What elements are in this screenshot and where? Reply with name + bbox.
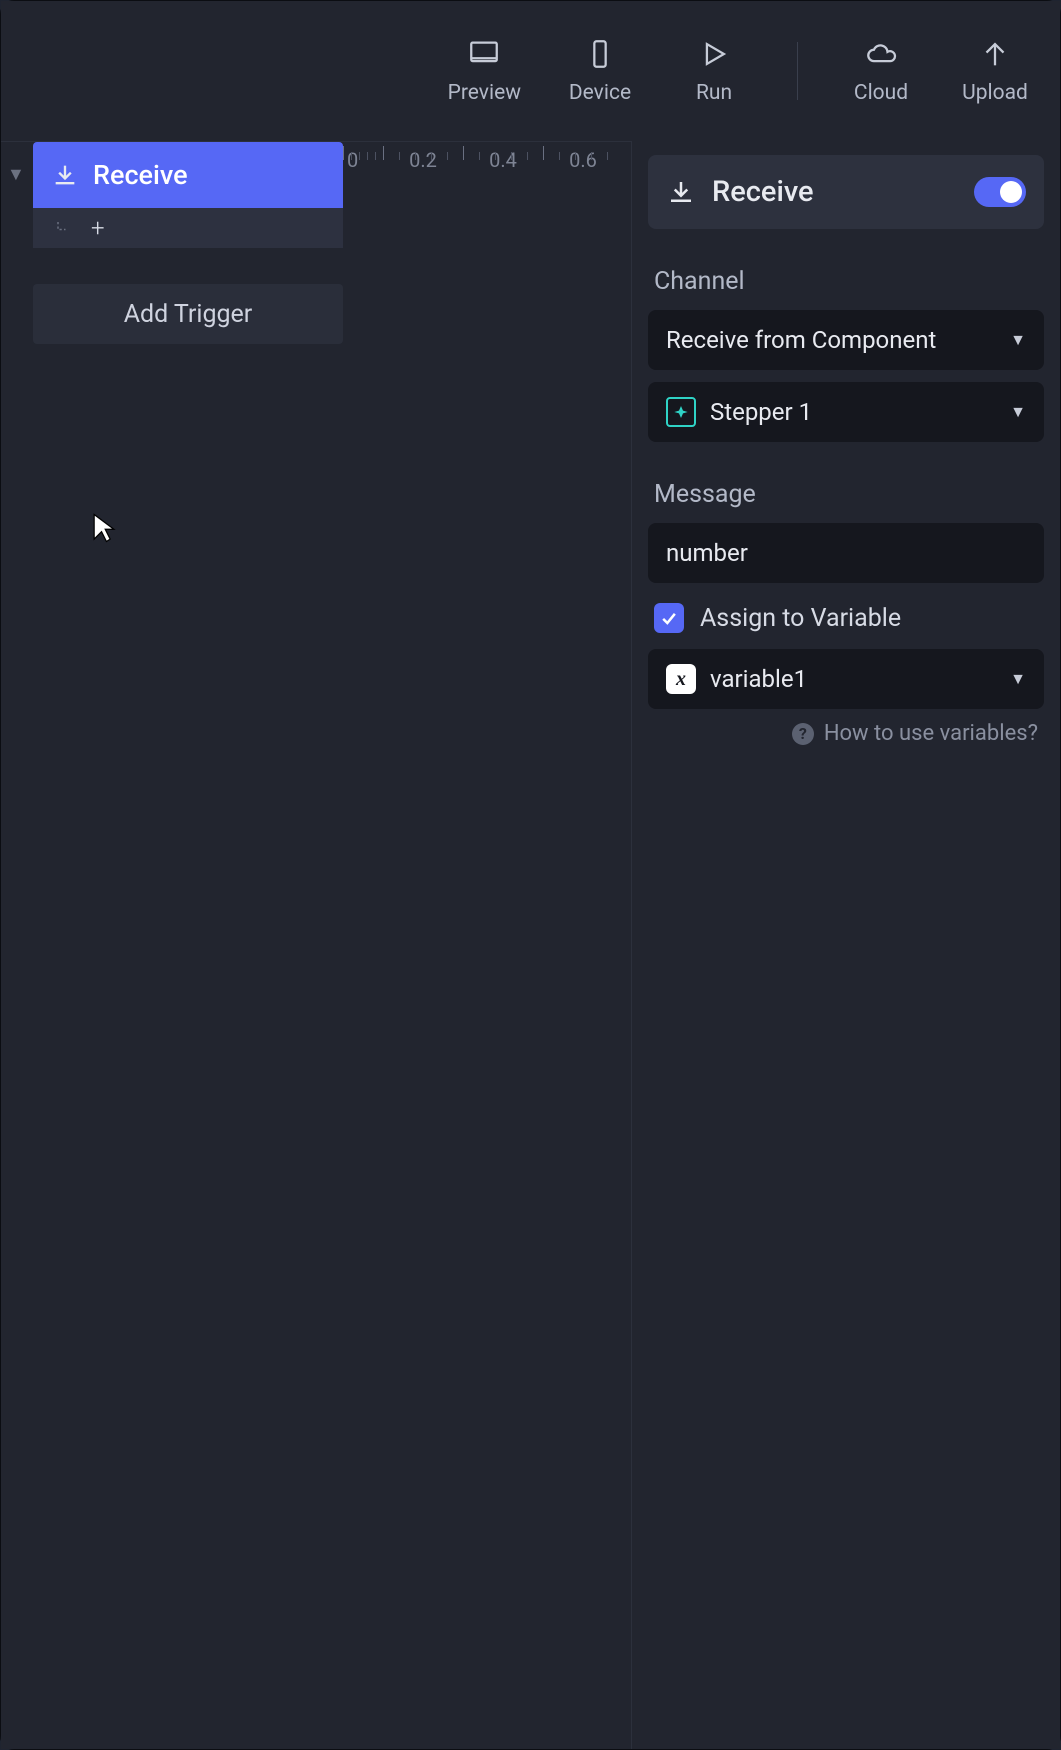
assign-variable-row[interactable]: Assign to Variable xyxy=(654,603,1038,633)
upload-icon xyxy=(978,37,1012,71)
channel-mode-select[interactable]: Receive from Component ▼ xyxy=(648,310,1044,370)
enabled-toggle[interactable] xyxy=(974,177,1026,207)
monitor-icon xyxy=(467,37,501,71)
message-input[interactable]: number xyxy=(648,523,1044,583)
preview-label: Preview xyxy=(448,81,521,105)
hint-text: How to use variables? xyxy=(824,721,1038,746)
mouse-cursor-icon xyxy=(91,512,117,548)
upload-label: Upload xyxy=(962,81,1028,105)
timeline-panel: ▼ Receive + Add Trigger 0 0.2 0.4 0.6 xyxy=(1,141,631,1749)
channel-mode-value: Receive from Component xyxy=(666,326,936,354)
play-icon xyxy=(697,37,731,71)
receive-icon xyxy=(666,177,696,207)
device-icon xyxy=(583,37,617,71)
timeline-ruler[interactable]: 0 0.2 0.4 0.6 xyxy=(343,142,631,208)
run-button[interactable]: Run xyxy=(679,37,749,105)
device-button[interactable]: Device xyxy=(565,37,635,105)
toolbar-divider xyxy=(797,42,798,100)
trigger-label: Receive xyxy=(93,159,188,191)
inspector-title: Receive xyxy=(712,175,814,209)
device-label: Device xyxy=(569,81,631,105)
message-value: number xyxy=(666,539,748,567)
chevron-down-icon: ▼ xyxy=(1010,402,1026,422)
channel-label: Channel xyxy=(654,267,1038,296)
inspector-header: Receive xyxy=(648,155,1044,229)
variables-hint-link[interactable]: ? How to use variables? xyxy=(648,721,1038,746)
check-icon xyxy=(659,608,679,628)
variable-select[interactable]: x variable1 ▼ xyxy=(648,649,1044,709)
message-label: Message xyxy=(654,480,1038,509)
collapse-caret-icon[interactable]: ▼ xyxy=(7,164,25,185)
chevron-down-icon: ▼ xyxy=(1010,669,1026,689)
cloud-button[interactable]: Cloud xyxy=(846,37,916,105)
cloud-label: Cloud xyxy=(854,81,908,105)
add-action-row[interactable]: + xyxy=(33,208,343,248)
upload-button[interactable]: Upload xyxy=(960,37,1030,105)
top-toolbar: Preview Device Run Cloud Upload xyxy=(1,1,1060,141)
channel-source-select[interactable]: Stepper 1 ▼ xyxy=(648,382,1044,442)
run-label: Run xyxy=(696,81,732,105)
sub-indent-icon xyxy=(55,219,73,237)
trigger-list: Receive + Add Trigger xyxy=(33,142,343,344)
help-icon: ? xyxy=(792,723,814,745)
cloud-icon xyxy=(864,37,898,71)
inspector-panel: Receive Channel Receive from Component ▼… xyxy=(631,141,1060,1749)
assign-checkbox[interactable] xyxy=(654,603,684,633)
chevron-down-icon: ▼ xyxy=(1010,330,1026,350)
channel-source-value: Stepper 1 xyxy=(710,398,812,426)
component-badge-icon xyxy=(666,397,696,427)
add-trigger-button[interactable]: Add Trigger xyxy=(33,284,343,344)
variable-value: variable1 xyxy=(710,665,807,693)
trigger-receive[interactable]: Receive xyxy=(33,142,343,208)
assign-label: Assign to Variable xyxy=(700,604,901,633)
add-action-plus: + xyxy=(91,214,105,242)
preview-button[interactable]: Preview xyxy=(448,37,521,105)
variable-badge-icon: x xyxy=(666,664,696,694)
add-trigger-label: Add Trigger xyxy=(124,300,253,329)
receive-icon xyxy=(51,161,79,189)
